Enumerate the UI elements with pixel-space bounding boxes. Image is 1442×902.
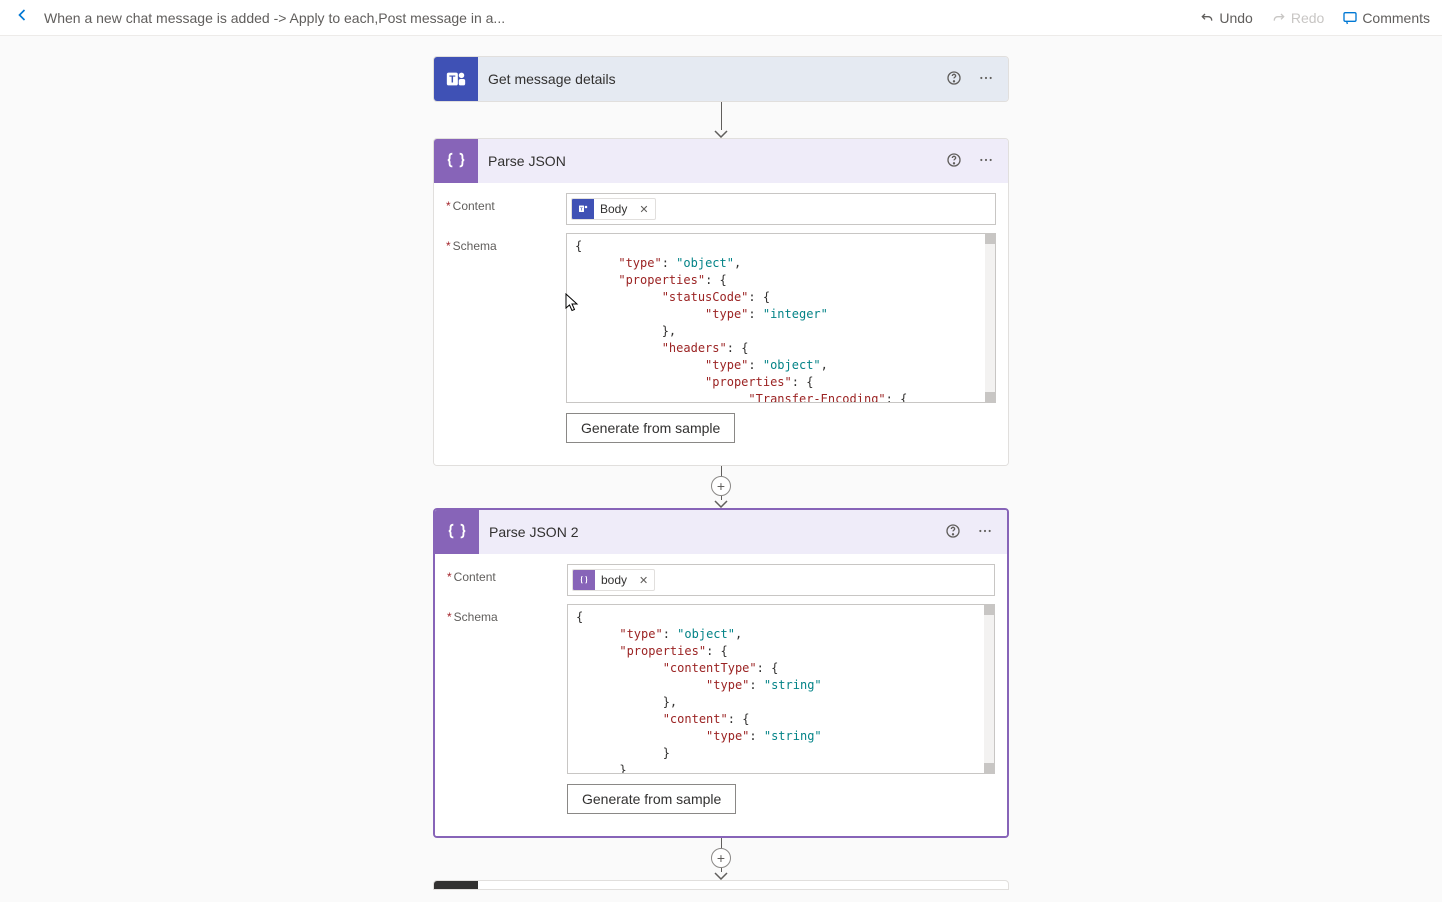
redo-button: Redo [1271, 10, 1324, 26]
connector [714, 102, 728, 138]
scrollbar[interactable] [985, 234, 995, 402]
schema-textarea[interactable]: { "type": "object", "properties": { "sta… [566, 233, 996, 403]
topbar: When a new chat message is added -> Appl… [0, 0, 1442, 36]
step-title: Get message details [478, 71, 942, 87]
teams-icon: T [572, 198, 594, 220]
step-title: Parse JSON 2 [479, 524, 941, 540]
generate-from-sample-button[interactable]: Generate from sample [566, 413, 735, 443]
code-braces-icon [434, 139, 478, 183]
undo-button[interactable]: Undo [1199, 10, 1252, 26]
code-braces-icon [573, 569, 595, 591]
code-braces-icon [435, 510, 479, 554]
connector-add: + [711, 466, 731, 508]
help-icon[interactable] [942, 148, 966, 175]
schema-textarea[interactable]: { "type": "object", "properties": { "con… [567, 604, 995, 774]
schema-label: *Schema [446, 233, 566, 443]
content-input[interactable]: body ✕ [567, 564, 995, 596]
step-parse-json-2[interactable]: Parse JSON 2 *Content body ✕ [433, 508, 1009, 838]
more-icon[interactable] [974, 66, 998, 93]
scrollbar[interactable] [984, 605, 994, 773]
remove-token-icon[interactable]: ✕ [633, 203, 654, 216]
generate-from-sample-button[interactable]: Generate from sample [567, 784, 736, 814]
breadcrumb: When a new chat message is added -> Appl… [44, 10, 505, 26]
step-title: Parse JSON [478, 153, 942, 169]
content-input[interactable]: T Body ✕ [566, 193, 996, 225]
add-step-button[interactable]: + [711, 476, 731, 496]
teams-icon: T [434, 57, 478, 101]
comments-button[interactable]: Comments [1342, 10, 1430, 26]
dynamic-token-body[interactable]: body ✕ [572, 569, 655, 591]
content-label: *Content [446, 193, 566, 225]
more-icon[interactable] [973, 519, 997, 546]
add-step-button[interactable]: + [711, 848, 731, 868]
content-label: *Content [447, 564, 567, 596]
more-icon[interactable] [974, 148, 998, 175]
step-get-message-details[interactable]: T Get message details [433, 56, 1009, 102]
schema-label: *Schema [447, 604, 567, 814]
step-parse-json[interactable]: Parse JSON *Content T Body ✕ [433, 138, 1009, 466]
svg-text:T: T [449, 75, 456, 86]
help-icon[interactable] [942, 66, 966, 93]
connector-add: + [711, 838, 731, 880]
step-partial[interactable] [433, 880, 1009, 890]
svg-text:T: T [580, 207, 583, 212]
dynamic-token-body[interactable]: T Body ✕ [571, 198, 656, 220]
help-icon[interactable] [941, 519, 965, 546]
back-arrow-icon[interactable] [12, 5, 32, 31]
flow-canvas: T Get message details Parse JSON [0, 36, 1442, 890]
remove-token-icon[interactable]: ✕ [633, 574, 654, 587]
